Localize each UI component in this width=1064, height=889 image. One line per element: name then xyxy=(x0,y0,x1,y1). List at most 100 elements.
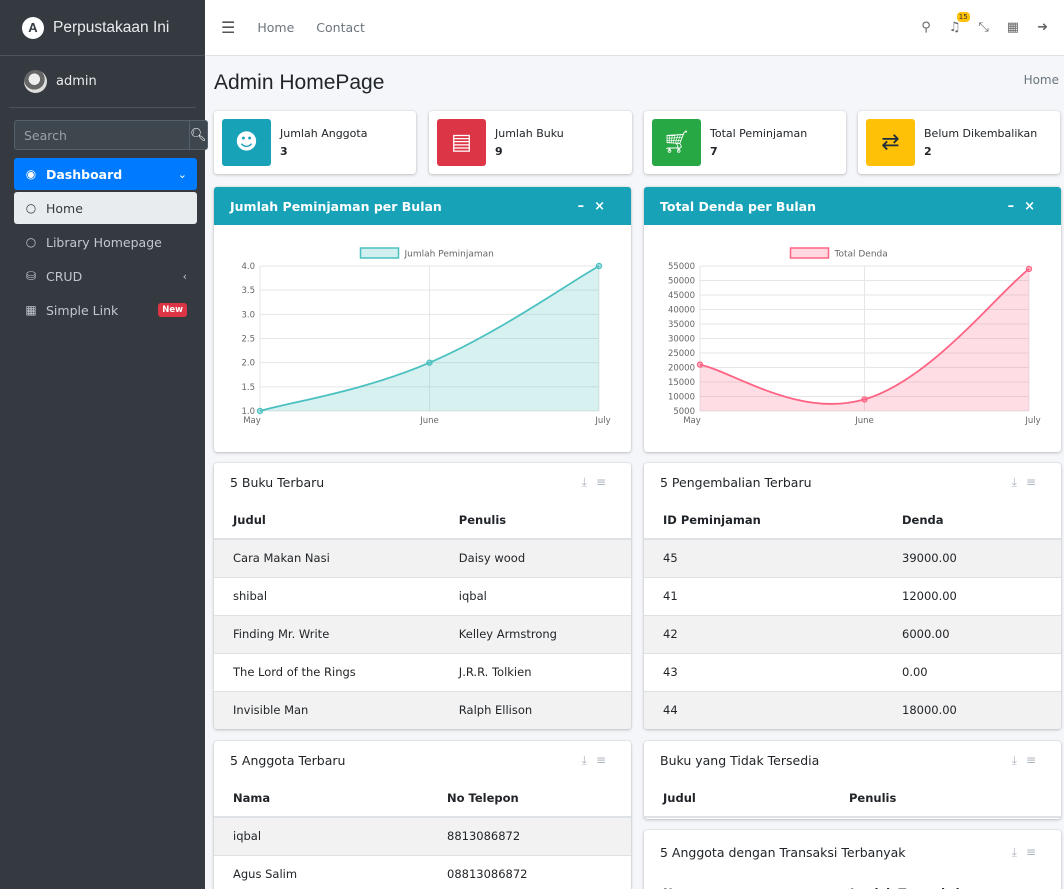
navbar-tools: ⚲ ♫ 15 ⤡ ▦ ➜ xyxy=(921,12,1048,35)
info-box-value: 3 xyxy=(280,144,288,158)
legend-label: Jumlah Peminjaman xyxy=(404,250,494,260)
download-icon[interactable]: ⤓ xyxy=(1012,845,1026,859)
download-icon[interactable]: ⤓ xyxy=(582,475,596,489)
column-header: ID Peminjaman xyxy=(644,501,883,540)
info-box-members: ☻ Jumlah Anggota 3 xyxy=(214,111,416,174)
x-tick-label: May xyxy=(683,416,701,426)
table-cell: 44 xyxy=(644,690,883,729)
sidebar-item-label: Simple Link xyxy=(46,302,119,318)
latest-members-card: 5 Anggota Terbaru ⤓≡ Nama No Telepon iqbal… xyxy=(214,741,631,889)
y-tick-label: 3.5 xyxy=(241,286,255,296)
exchange-icon: ⇄ xyxy=(866,119,915,166)
card-title: 5 Anggota dengan Transaksi Terbanyak xyxy=(660,844,906,860)
sidebar-item-simple-link[interactable]: ▦ Simple Link New xyxy=(14,294,197,326)
notifications-count-badge: 15 xyxy=(956,12,970,22)
info-box-value: 2 xyxy=(924,144,932,158)
y-tick-label: 40000 xyxy=(668,306,695,316)
circle-icon: ○ xyxy=(25,235,37,249)
avatar xyxy=(24,70,47,93)
card-title: Total Denda per Bulan xyxy=(660,198,816,214)
x-tick-label: July xyxy=(1024,416,1040,426)
brand-link[interactable]: A Perpustakaan Ini xyxy=(0,0,205,56)
notifications-bell-icon[interactable]: ♫ 15 xyxy=(949,12,970,35)
menu-bars-icon[interactable]: ≡ xyxy=(1026,475,1045,489)
apps-grid-icon[interactable]: ▦ xyxy=(1007,20,1019,35)
main-content: Admin HomePage Home ☻ Jumlah Anggota 3 ▤ … xyxy=(205,56,1064,889)
column-header: Jumlah Transaksi xyxy=(831,874,1061,889)
table-cell: The Lord of the Rings xyxy=(214,652,440,691)
user-panel[interactable]: admin xyxy=(9,56,196,108)
sidebar-item-library-homepage[interactable]: ○ Library Homepage xyxy=(14,226,197,258)
table-row: 43 0.00 xyxy=(644,652,1061,691)
column-header: Nama xyxy=(644,874,831,889)
legend-label: Total Denda xyxy=(834,250,888,260)
data-point xyxy=(426,359,433,366)
table-cell: 12000.00 xyxy=(883,576,1061,615)
y-tick-label: 15000 xyxy=(668,378,695,388)
card-title: 5 Anggota Terbaru xyxy=(230,752,346,768)
database-icon: ⛁ xyxy=(25,269,37,283)
latest-books-card: 5 Buku Terbaru ⤓≡ Judul Penulis Cara Makan… xyxy=(214,463,631,729)
table-cell: shibal xyxy=(214,576,440,615)
menu-bars-icon[interactable]: ≡ xyxy=(1026,753,1045,767)
nav-contact-link[interactable]: Contact xyxy=(316,20,365,35)
y-tick-label: 20000 xyxy=(668,364,695,374)
card-title: 5 Buku Terbaru xyxy=(230,474,325,490)
search-icon[interactable]: ⚲ xyxy=(921,20,931,35)
sidebar-item-label: Home xyxy=(46,200,83,216)
new-badge: New xyxy=(158,303,187,317)
table-row: 44 18000.00 xyxy=(644,690,1061,729)
data-point xyxy=(696,361,704,368)
breadcrumb[interactable]: Home xyxy=(1024,73,1059,87)
unavailable-books-card: Buku yang Tidak Tersedia ⤓≡ Judul Penulis xyxy=(644,741,1061,819)
info-box-label: Jumlah Anggota xyxy=(280,126,368,140)
download-icon[interactable]: ⤓ xyxy=(1012,753,1026,767)
hamburger-menu-icon[interactable]: ☰ xyxy=(221,18,235,37)
search-input[interactable] xyxy=(14,120,189,150)
table-cell: 43 xyxy=(644,652,883,691)
card-title: Jumlah Peminjaman per Bulan xyxy=(230,198,442,214)
x-tick-label: July xyxy=(594,416,610,426)
card-title: Buku yang Tidak Tersedia xyxy=(660,752,820,768)
legend-swatch xyxy=(789,247,830,259)
y-tick-label: 55000 xyxy=(668,262,695,272)
x-tick-label: June xyxy=(419,416,439,426)
latest-returns-card: 5 Pengembalian Terbaru ⤓≡ ID Peminjaman De… xyxy=(644,463,1061,729)
sidebar-item-home[interactable]: ○ Home xyxy=(14,192,197,224)
fullscreen-icon[interactable]: ⤡ xyxy=(978,20,988,35)
brand-title: Perpustakaan Ini xyxy=(53,18,170,36)
sidebar-item-label: Dashboard xyxy=(46,166,123,182)
table-cell: 45 xyxy=(644,538,883,577)
info-box-value: 7 xyxy=(710,144,718,158)
latest-returns-table: ID Peminjaman Denda 45 39000.00 41 12000.00… xyxy=(644,501,1061,729)
table-cell: J.R.R. Tolkien xyxy=(439,652,631,691)
menu-bars-icon[interactable]: ≡ xyxy=(596,475,615,489)
card-title: 5 Pengembalian Terbaru xyxy=(660,474,812,490)
circle-icon: ○ xyxy=(25,201,37,215)
table-cell: Cara Makan Nasi xyxy=(214,538,440,577)
y-tick-label: 10000 xyxy=(668,393,695,403)
menu-bars-icon[interactable]: ≡ xyxy=(1026,845,1045,859)
chevron-down-icon: ⌄ xyxy=(177,167,187,181)
table-cell: Kelley Armstrong xyxy=(439,614,631,653)
latest-members-table: Nama No Telepon iqbal 8813086872 Agus Sali… xyxy=(214,779,631,889)
download-icon[interactable]: ⤓ xyxy=(582,753,596,767)
chevron-left-icon: ‹ xyxy=(182,269,187,283)
close-icon[interactable]: × xyxy=(594,199,615,214)
fines-chart-card: Total Denda per Bulan –× Total Denda 5000 1… xyxy=(644,187,1061,452)
close-icon[interactable]: × xyxy=(1024,199,1045,214)
column-header: Judul xyxy=(644,779,830,818)
data-point xyxy=(1025,265,1033,273)
collapse-icon[interactable]: – xyxy=(1008,199,1025,214)
download-icon[interactable]: ⤓ xyxy=(1012,475,1026,489)
table-cell: 42 xyxy=(644,614,883,653)
menu-bars-icon[interactable]: ≡ xyxy=(596,753,615,767)
info-box-label: Total Peminjaman xyxy=(710,126,808,140)
nav-home-link[interactable]: Home xyxy=(257,20,294,35)
y-tick-label: 3.0 xyxy=(241,310,255,320)
table-cell: 39000.00 xyxy=(883,538,1061,577)
sidebar-item-dashboard[interactable]: ◉ Dashboard ⌄ xyxy=(14,158,197,190)
sidebar-item-crud[interactable]: ⛁ CRUD ‹ xyxy=(14,260,197,292)
collapse-icon[interactable]: – xyxy=(578,199,595,214)
logout-icon[interactable]: ➜ xyxy=(1037,20,1048,35)
